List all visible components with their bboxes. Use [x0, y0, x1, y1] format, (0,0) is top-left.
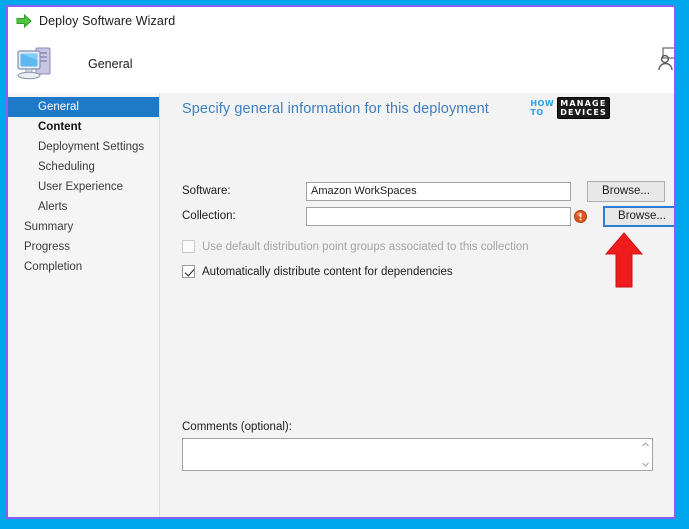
- checkbox-unchecked-icon[interactable]: [182, 240, 195, 253]
- comments-field: [182, 438, 653, 471]
- window-titlebar: Deploy Software Wizard: [8, 7, 674, 35]
- brand-logo: HOW TO MANAGE DEVICES: [530, 97, 610, 119]
- sidebar-item-label: Content: [38, 121, 82, 133]
- sidebar-item-label: Scheduling: [38, 161, 95, 173]
- window-title: Deploy Software Wizard: [39, 14, 176, 28]
- comments-input[interactable]: [183, 439, 638, 470]
- computer-monitor-icon: [17, 47, 51, 80]
- sidebar-item-label: Deployment Settings: [38, 141, 145, 153]
- software-field-row: Software: Browse...: [182, 180, 665, 202]
- brand-logo-box: MANAGE DEVICES: [557, 97, 610, 119]
- brand-logo-howto: HOW TO: [530, 97, 557, 119]
- user-glyph-icon: [658, 47, 674, 71]
- auto-distribute-dependencies-label: Automatically distribute content for dep…: [202, 265, 453, 278]
- wizard-body: General Content Deployment Settings Sche…: [8, 93, 674, 517]
- checkbox-checked-icon[interactable]: [182, 265, 195, 278]
- software-browse-button[interactable]: Browse...: [587, 180, 665, 202]
- wizard-main-panel: Specify general information for this dep…: [160, 93, 674, 517]
- chevron-down-icon[interactable]: [641, 462, 649, 467]
- sidebar-item-label: Progress: [24, 241, 71, 253]
- chevron-up-icon[interactable]: [641, 442, 649, 447]
- collection-input[interactable]: [306, 206, 571, 226]
- auto-distribute-dependencies-checkbox-row[interactable]: Automatically distribute content for dep…: [182, 265, 453, 278]
- sidebar-item-alerts[interactable]: Alerts: [8, 197, 159, 217]
- brand-logo-line1: HOW: [530, 99, 555, 108]
- comments-label: Comments (optional):: [182, 421, 292, 433]
- deploy-software-wizard-window: Deploy Software Wizard General General C…: [6, 5, 676, 519]
- use-default-dp-groups-label: Use default distribution point groups as…: [202, 240, 529, 253]
- collection-browse-button[interactable]: Browse...: [603, 205, 674, 227]
- sidebar-item-label: User Experience: [38, 181, 124, 193]
- brand-logo-line2: TO: [530, 108, 544, 117]
- sidebar-item-content[interactable]: Content: [8, 117, 159, 137]
- sidebar-item-user-experience[interactable]: User Experience: [8, 177, 159, 197]
- green-arrow-icon: [16, 14, 32, 28]
- sidebar-item-label: Completion: [24, 261, 83, 273]
- brand-logo-manage: MANAGE: [560, 98, 607, 108]
- use-default-dp-groups-checkbox-row[interactable]: Use default distribution point groups as…: [182, 240, 529, 253]
- software-label: Software:: [182, 185, 231, 197]
- sidebar-item-progress[interactable]: Progress: [8, 237, 159, 257]
- sidebar-item-summary[interactable]: Summary: [8, 217, 159, 237]
- collection-field-row: Collection: Browse...: [182, 205, 674, 227]
- error-badge-icon: [574, 209, 587, 223]
- wizard-step-title: General: [88, 57, 133, 71]
- sidebar-item-deployment-settings[interactable]: Deployment Settings: [8, 137, 159, 157]
- wizard-sidebar: General Content Deployment Settings Sche…: [8, 93, 160, 517]
- wizard-header: General: [8, 35, 674, 93]
- sidebar-item-label: Alerts: [38, 201, 68, 213]
- sidebar-item-scheduling[interactable]: Scheduling: [8, 157, 159, 177]
- sidebar-item-label: General: [38, 101, 79, 113]
- brand-logo-devices: DEVICES: [560, 108, 607, 117]
- sidebar-item-completion[interactable]: Completion: [8, 257, 159, 277]
- software-input[interactable]: [306, 181, 571, 201]
- collection-label: Collection:: [182, 210, 236, 222]
- screenshot-highlight-frame: Deploy Software Wizard General General C…: [0, 0, 689, 529]
- sidebar-item-general[interactable]: General: [8, 97, 159, 117]
- page-title: Specify general information for this dep…: [182, 101, 489, 117]
- sidebar-item-label: Summary: [24, 221, 74, 233]
- comments-scroll-spinner[interactable]: [638, 439, 652, 470]
